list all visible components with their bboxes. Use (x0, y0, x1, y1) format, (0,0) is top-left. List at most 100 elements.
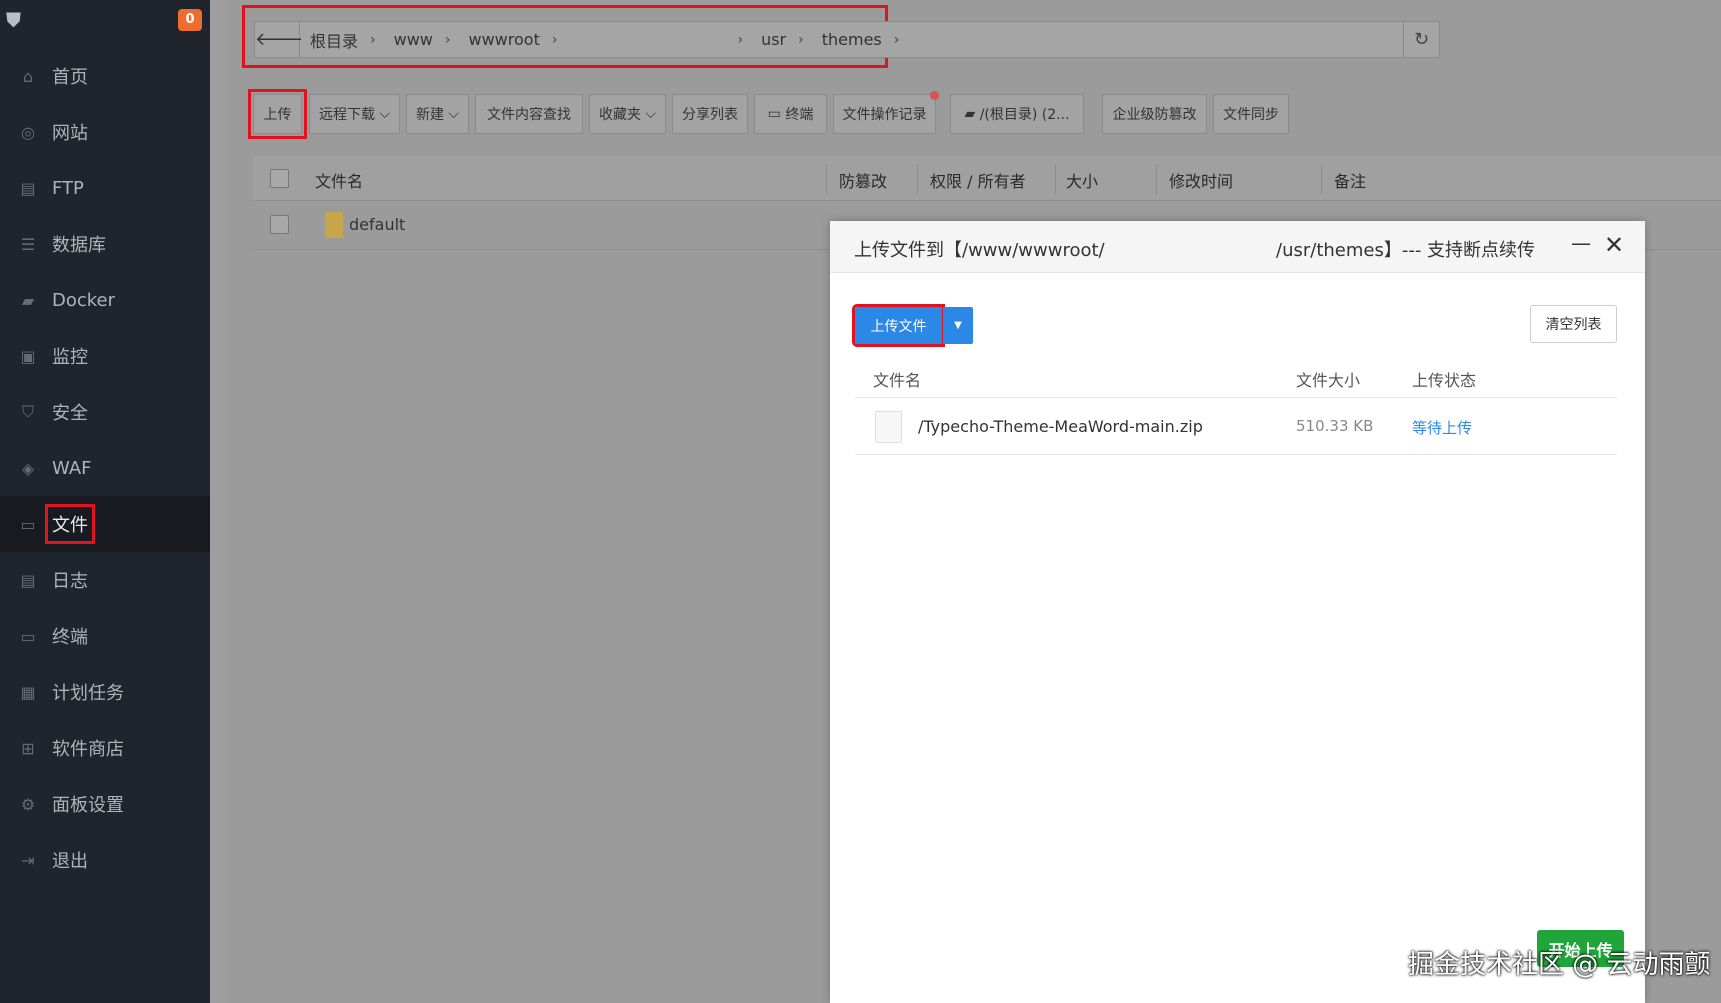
notification-badge[interactable]: 0 (178, 9, 202, 31)
gear-icon: ⚙ (20, 794, 36, 814)
sidebar-item-0[interactable]: ⌂ 首页 (0, 48, 210, 104)
divider (855, 397, 1617, 398)
sidebar-item-label: WAF (52, 457, 92, 479)
dialog-title-suffix: /usr/themes】--- 支持断点续传 (1276, 240, 1536, 261)
chevron-right-icon: › (737, 31, 744, 48)
file-table-header: 文件名 防篡改 权限 / 所有者 大小 修改时间 备注 (253, 156, 1721, 201)
upload-col-size: 文件大小 (1296, 371, 1361, 390)
favorites-button[interactable]: 收藏夹 ⌵ (589, 94, 666, 134)
upload-file-size: 510.33 KB (1296, 417, 1374, 435)
op-log-button[interactable]: 文件操作记录 (833, 91, 939, 134)
sidebar-item-12[interactable]: ⊞ 软件商店 (0, 720, 210, 776)
divider (855, 454, 1617, 455)
breadcrumb-themes[interactable]: themes (822, 30, 882, 49)
sidebar-item-6[interactable]: ⛉ 安全 (0, 384, 210, 440)
sidebar-item-13[interactable]: ⚙ 面板设置 (0, 776, 210, 832)
upload-button[interactable]: 上传 (248, 89, 307, 139)
row-checkbox[interactable] (270, 215, 289, 234)
sidebar-item-label: 文件 (45, 504, 95, 544)
sidebar-item-label: 终端 (52, 627, 88, 648)
new-button[interactable]: 新建 ⌵ (406, 94, 469, 134)
terminal-button[interactable]: ▭ 终端 (754, 94, 827, 134)
favorites-label: 收藏夹 (598, 107, 641, 123)
enterprise-tamper-label: 企业级防篡改 (1112, 107, 1197, 123)
sidebar-item-label: 面板设置 (52, 795, 124, 816)
minimize-icon[interactable]: — (1571, 231, 1591, 255)
upload-col-status: 上传状态 (1412, 371, 1477, 390)
op-log-label: 文件操作记录 (842, 107, 927, 123)
share-list-button[interactable]: 分享列表 (672, 94, 748, 134)
sidebar-item-label: 软件商店 (52, 739, 124, 760)
file-sync-button[interactable]: 文件同步 (1213, 94, 1289, 134)
back-arrow-icon[interactable]: 🡐 (255, 22, 303, 57)
database-icon: ☰ (20, 234, 36, 254)
sidebar-item-4[interactable]: ▰ Docker (0, 272, 210, 328)
apps-icon: ⊞ (21, 738, 35, 758)
close-icon[interactable]: ✕ (1604, 231, 1624, 259)
sidebar-item-9[interactable]: ▤ 日志 (0, 552, 210, 608)
breadcrumb-wwwroot[interactable]: wwwroot (469, 30, 540, 49)
col-permission: 权限 / 所有者 (930, 172, 1026, 191)
sidebar-item-label: FTP (52, 177, 84, 199)
chevron-down-icon: ⌵ (374, 106, 391, 122)
col-modified[interactable]: 修改时间 (1169, 168, 1233, 192)
upload-file-label: 上传文件 (870, 318, 927, 335)
logo-icon: ⛊ (6, 8, 21, 32)
sidebar-item-10[interactable]: ▭ 终端 (0, 608, 210, 664)
sidebar-item-14[interactable]: ⇥ 退出 (0, 832, 210, 888)
row-filename[interactable]: default (349, 215, 405, 234)
sidebar-item-label: 退出 (52, 851, 88, 872)
sidebar-item-label: 计划任务 (52, 683, 124, 704)
upload-dialog: 上传文件到【/www/wwwroot/ /usr/themes】--- 支持断点… (830, 221, 1645, 1003)
col-filename[interactable]: 文件名 (315, 168, 363, 192)
monitor-icon: ▣ (20, 346, 36, 366)
terminal-icon: ▭ (767, 106, 786, 122)
upload-status: 等待上传 (1412, 419, 1473, 437)
content-search-button[interactable]: 文件内容查找 (475, 94, 583, 134)
sidebar-item-2[interactable]: ▤ FTP (0, 160, 210, 216)
sidebar-item-3[interactable]: ☰ 数据库 (0, 216, 210, 272)
remote-download-label: 远程下载 (318, 107, 375, 123)
enterprise-tamper-button[interactable]: 企业级防篡改 (1102, 94, 1207, 134)
disk-button[interactable]: ▰ /(根目录) (2... (950, 94, 1084, 134)
breadcrumb-usr[interactable]: usr (761, 30, 786, 49)
clear-list-button[interactable]: 清空列表 (1530, 305, 1617, 343)
col-size[interactable]: 大小 (1066, 168, 1098, 192)
content-search-label: 文件内容查找 (487, 107, 571, 123)
dialog-header: 上传文件到【/www/wwwroot/ /usr/themes】--- 支持断点… (830, 221, 1645, 273)
folder-icon (325, 212, 343, 238)
sidebar-item-7[interactable]: ◈ WAF (0, 440, 210, 496)
remote-download-button[interactable]: 远程下载 ⌵ (309, 94, 400, 134)
disk-label: /(根目录) (2... (979, 107, 1070, 123)
column-divider (1321, 164, 1322, 194)
breadcrumb: 根目录 › www › wwwroot › › usr › themes › (310, 22, 917, 57)
sidebar-item-5[interactable]: ▣ 监控 (0, 328, 210, 384)
sidebar-item-label: 日志 (52, 571, 88, 592)
breadcrumb-www[interactable]: www (394, 30, 433, 49)
upload-file-button[interactable]: 上传文件 (852, 304, 945, 347)
sidebar-item-11[interactable]: ▦ 计划任务 (0, 664, 210, 720)
clear-list-label: 清空列表 (1545, 317, 1602, 333)
sidebar-header: ⛊ 0 (0, 0, 210, 48)
watermark: 掘金技术社区 @ 云动雨颤 (1408, 950, 1711, 980)
logout-icon: ⇥ (21, 850, 35, 870)
file-sync-label: 文件同步 (1223, 107, 1279, 123)
new-label: 新建 (415, 107, 444, 123)
chevron-right-icon: › (444, 31, 451, 48)
upload-file-name: /Typecho-Theme-MeaWord-main.zip (918, 417, 1203, 436)
caret-down-icon[interactable]: ▼ (943, 307, 973, 344)
refresh-icon[interactable]: ↻ (1403, 22, 1439, 57)
select-all-checkbox[interactable] (270, 169, 289, 188)
path-bar: 🡐 根目录 › www › wwwroot › › usr › themes › ↻ (254, 21, 1440, 58)
notification-dot (930, 91, 939, 100)
disk-icon: ▰ (964, 106, 980, 122)
breadcrumb-root[interactable]: 根目录 (310, 28, 358, 52)
sidebar-item-1[interactable]: ◎ 网站 (0, 104, 210, 160)
sidebar-item-label: Docker (52, 289, 116, 311)
sidebar-item-label: 首页 (52, 67, 88, 88)
chevron-down-icon: ⌵ (640, 106, 657, 122)
calendar-icon: ▦ (20, 682, 36, 702)
column-divider (826, 164, 827, 194)
column-divider (1055, 164, 1056, 194)
sidebar-item-8[interactable]: ▭ 文件 (0, 496, 210, 552)
